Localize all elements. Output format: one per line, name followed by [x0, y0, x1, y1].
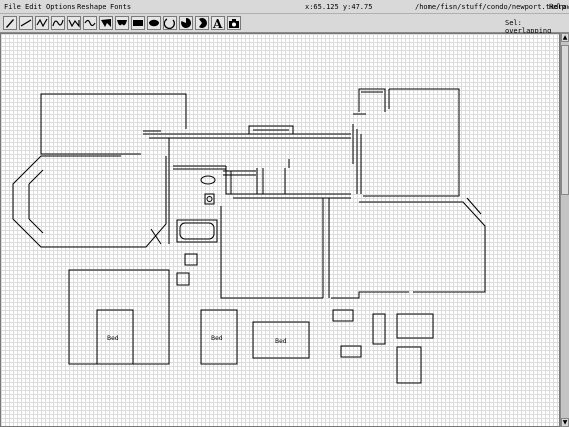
curve-tool[interactable]: [51, 16, 65, 30]
furniture[interactable]: [340, 345, 362, 358]
line-icon: [20, 19, 32, 27]
closet[interactable]: [176, 272, 190, 286]
wall[interactable]: [359, 201, 486, 293]
file-path: /home/fisn/stuff/condo/newport.tkdraw: [415, 3, 569, 11]
filled-arc-tool[interactable]: [179, 16, 193, 30]
filled-curve-icon: [117, 20, 127, 26]
menu-bar: File Edit Options Reshape Fonts x:65.125…: [0, 0, 569, 14]
filled-chord-icon: [199, 18, 207, 28]
toilet[interactable]: [200, 175, 216, 185]
bedroom-wall[interactable]: [68, 269, 170, 365]
furniture[interactable]: [372, 313, 386, 345]
camera-icon: [229, 19, 239, 28]
curve-icon: [52, 19, 64, 27]
bed-label: Bed: [211, 335, 223, 342]
sink[interactable]: [204, 193, 215, 205]
bed-label: Bed: [107, 335, 119, 342]
rectangle-tool[interactable]: [131, 16, 145, 30]
pencil-tool[interactable]: [3, 16, 17, 30]
wall[interactable]: [220, 206, 323, 299]
wall[interactable]: [256, 168, 264, 195]
wall[interactable]: [40, 93, 187, 155]
menu-reshape[interactable]: Reshape: [77, 3, 107, 11]
rectangle-icon: [133, 20, 143, 26]
scroll-down-arrow-icon[interactable]: ▼: [561, 418, 569, 427]
furniture[interactable]: [332, 309, 354, 322]
wall[interactable]: [284, 168, 291, 195]
vertical-scrollbar[interactable]: ▲ ▼: [560, 33, 569, 427]
filled-chord-tool[interactable]: [195, 16, 209, 30]
pencil-icon: [6, 19, 14, 28]
filled-polygon-tool[interactable]: [99, 16, 113, 30]
scroll-up-arrow-icon[interactable]: ▲: [561, 33, 569, 42]
svg-text:A: A: [212, 17, 223, 29]
freehand-tool[interactable]: [83, 16, 97, 30]
text-tool[interactable]: A: [211, 16, 225, 30]
furniture[interactable]: [396, 313, 434, 339]
ellipse-icon: [149, 19, 159, 27]
line-tool[interactable]: [19, 16, 33, 30]
arc-tool[interactable]: [163, 16, 177, 30]
filled-polygon-icon: [101, 19, 111, 27]
filled-arc-icon: [181, 17, 192, 28]
arc-icon: [164, 18, 175, 29]
menu-help[interactable]: Help: [549, 3, 566, 11]
closet[interactable]: [184, 253, 198, 266]
closed-curve-tool[interactable]: [67, 16, 81, 30]
toolbar: A Sel: overlapping: [0, 14, 569, 35]
scroll-thumb[interactable]: [561, 45, 569, 195]
wall[interactable]: [12, 155, 167, 248]
bathtub-inner[interactable]: [179, 222, 215, 240]
wall[interactable]: [331, 291, 409, 299]
menu-file[interactable]: File: [4, 3, 21, 11]
wall[interactable]: [225, 166, 241, 195]
drawing-canvas[interactable]: Bed Bed Bed: [0, 33, 560, 427]
wall[interactable]: [28, 169, 44, 185]
camera-tool[interactable]: [227, 16, 241, 30]
cursor-coordinates: x:65.125 y:47.75: [305, 3, 373, 11]
menu-options[interactable]: Options: [46, 3, 76, 11]
closed-curve-icon: [68, 19, 80, 28]
polyline-icon: [36, 18, 48, 28]
wall[interactable]: [28, 218, 44, 234]
menu-edit[interactable]: Edit: [25, 3, 42, 11]
text-icon: A: [212, 17, 223, 29]
furniture[interactable]: [396, 346, 422, 384]
sink-basin[interactable]: [206, 196, 213, 202]
menu-fonts[interactable]: Fonts: [110, 3, 131, 11]
filled-curve-tool[interactable]: [115, 16, 129, 30]
polyline-tool[interactable]: [35, 16, 49, 30]
wall[interactable]: [363, 88, 460, 197]
bed-label: Bed: [275, 338, 287, 345]
freehand-icon: [84, 19, 96, 27]
wall[interactable]: [466, 197, 482, 215]
ellipse-tool[interactable]: [147, 16, 161, 30]
floor-plan-drawing[interactable]: Bed Bed Bed: [1, 34, 559, 426]
